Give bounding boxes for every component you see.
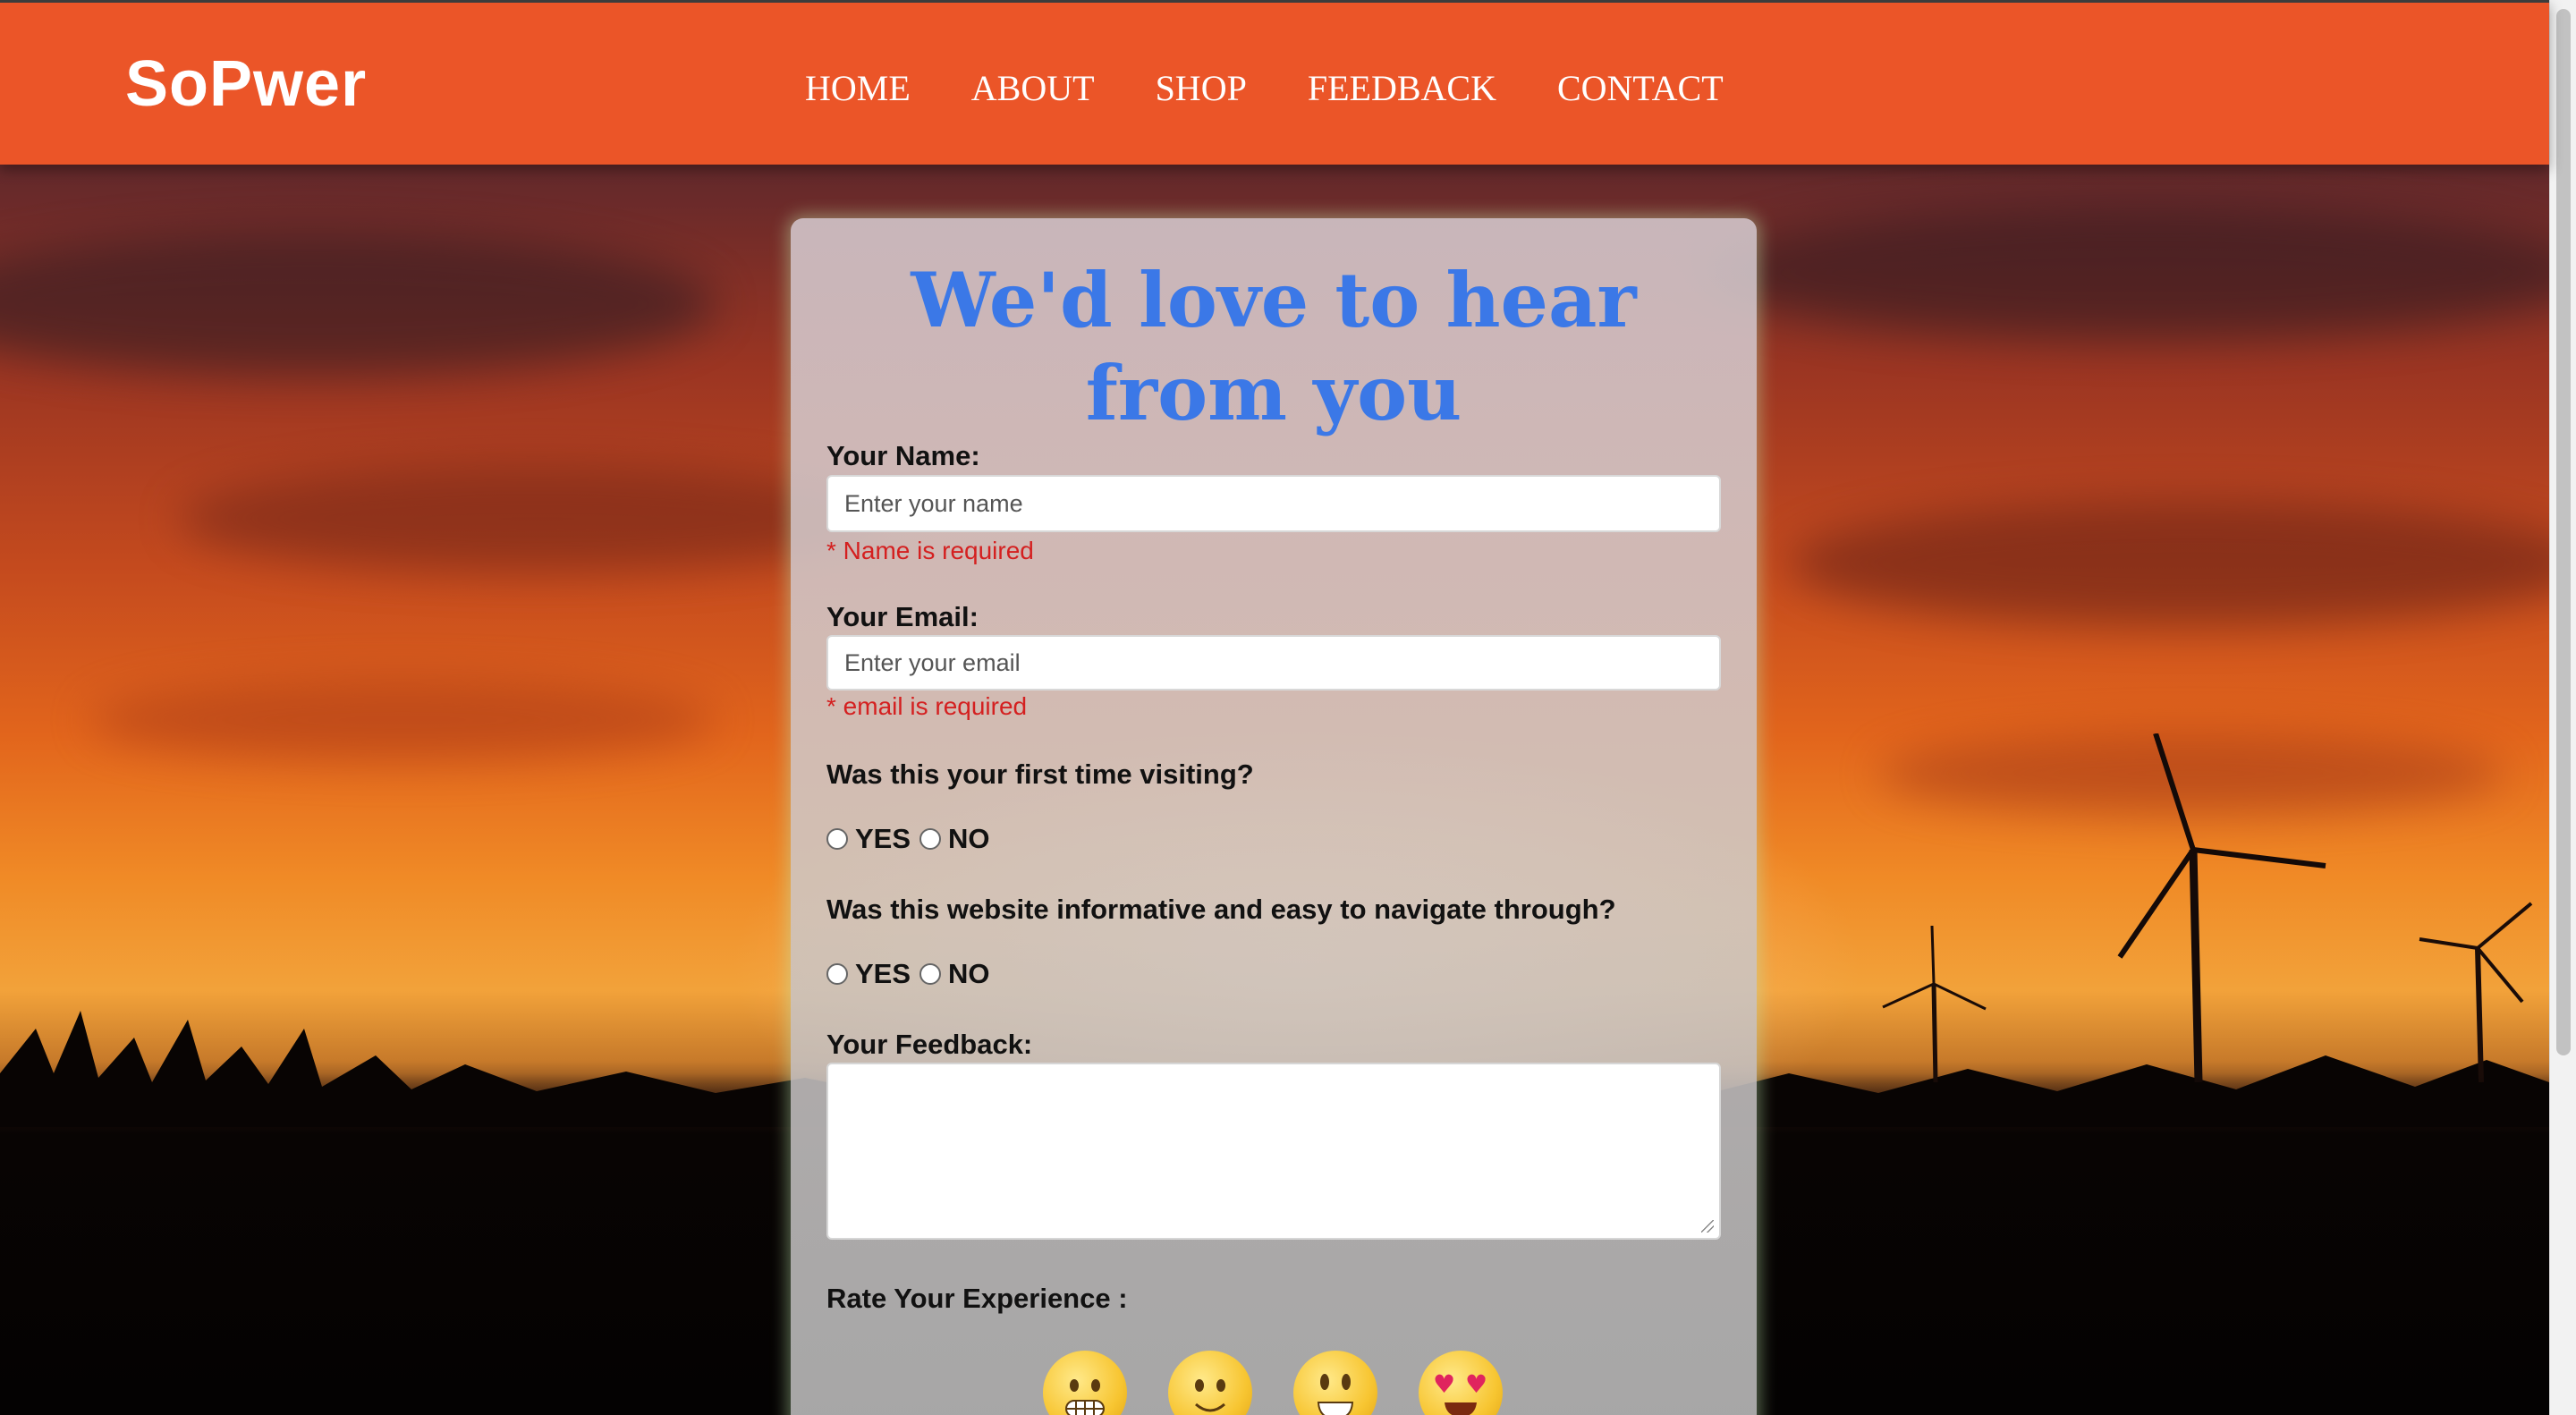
slightly-smiling-face-icon[interactable] — [1168, 1351, 1252, 1415]
name-input[interactable] — [826, 475, 1721, 532]
wind-turbine-icon — [1882, 925, 1987, 1082]
form-title-line-2: from you — [1085, 349, 1462, 437]
informative-yes-label[interactable]: YES — [855, 958, 911, 990]
first-visit-yes-radio[interactable] — [826, 828, 848, 850]
name-error: * Name is required — [826, 537, 1034, 564]
email-error: * email is required — [826, 692, 1028, 720]
grimacing-face-icon[interactable] — [1043, 1351, 1127, 1415]
site-header: SoPwer HOME ABOUT SHOP FEEDBACK CONTACT — [0, 0, 2549, 165]
wind-turbine-icon — [2419, 902, 2533, 1082]
informative-yes-radio[interactable] — [826, 963, 848, 985]
rating-label: Rate Your Experience : — [826, 1283, 1128, 1314]
email-label: Your Email: — [826, 601, 979, 632]
feedback-label: Your Feedback: — [826, 1029, 1033, 1060]
informative-no-radio[interactable] — [919, 963, 942, 985]
nav-link-shop[interactable]: SHOP — [1156, 67, 1247, 109]
form-title: We'd love to hear from you — [791, 254, 1757, 440]
page-scrollbar[interactable] — [2549, 0, 2576, 1415]
feedback-form: We'd love to hear from you Your Name: * … — [791, 218, 1757, 1415]
main-nav: HOME ABOUT SHOP FEEDBACK CONTACT — [805, 67, 1784, 109]
heart-eyes-face-icon[interactable]: ♥ ♥ — [1419, 1351, 1503, 1415]
nav-link-feedback[interactable]: FEEDBACK — [1308, 67, 1496, 109]
informative-options: YES NO — [826, 958, 999, 990]
email-input[interactable] — [826, 635, 1721, 691]
first-visit-yes-label[interactable]: YES — [855, 823, 911, 855]
first-visit-no-label[interactable]: NO — [948, 823, 990, 855]
rating-options: ♥ ♥ — [1043, 1351, 1503, 1415]
scrollbar-thumb[interactable] — [2556, 9, 2571, 1055]
wind-turbine-icon — [2117, 733, 2326, 1083]
question-informative: Was this website informative and easy to… — [826, 894, 1616, 925]
feedback-textarea[interactable] — [826, 1063, 1721, 1240]
question-first-visit: Was this your first time visiting? — [826, 758, 1254, 790]
first-visit-options: YES NO — [826, 823, 999, 855]
name-label: Your Name: — [826, 440, 980, 471]
form-title-line-1: We'd love to hear — [911, 256, 1637, 344]
nav-link-about[interactable]: ABOUT — [971, 67, 1095, 109]
site-logo[interactable]: SoPwer — [125, 47, 367, 121]
first-visit-no-radio[interactable] — [919, 828, 942, 850]
nav-link-contact[interactable]: CONTACT — [1557, 67, 1724, 109]
grinning-face-icon[interactable] — [1293, 1351, 1377, 1415]
nav-link-home[interactable]: HOME — [805, 67, 911, 109]
resize-handle-icon[interactable] — [1701, 1220, 1714, 1233]
informative-no-label[interactable]: NO — [948, 958, 990, 990]
page: SoPwer HOME ABOUT SHOP FEEDBACK CONTACT … — [0, 0, 2576, 1415]
